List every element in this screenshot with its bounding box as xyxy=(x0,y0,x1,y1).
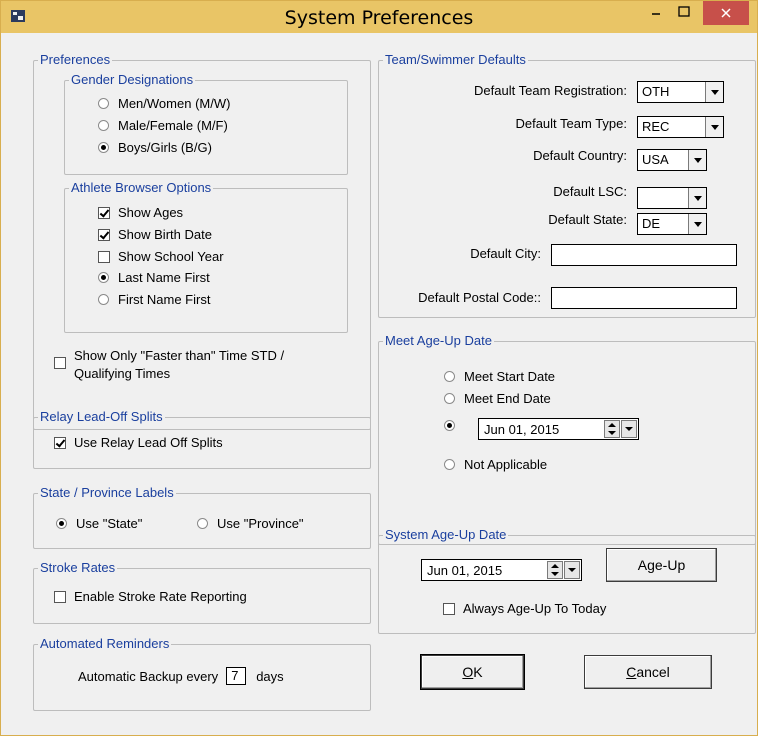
use-relay-splits-checkbox[interactable]: Use Relay Lead Off Splits xyxy=(54,435,223,450)
meet-age-up-group: Meet Age-Up Date Meet Start Date Meet En… xyxy=(378,333,756,545)
postal-code-label: Default Postal Code:: xyxy=(418,290,541,305)
gender-designations-group: Gender Designations Men/Women (M/W) Male… xyxy=(64,72,348,175)
backup-row: Automatic Backup every 7 days xyxy=(78,667,284,685)
chevron-down-icon[interactable] xyxy=(564,561,580,579)
maximize-button[interactable] xyxy=(667,1,701,25)
stroke-rates-legend: Stroke Rates xyxy=(38,560,118,575)
checkbox-checked-icon[interactable] xyxy=(54,436,66,449)
preferences-group: Preferences Gender Designations Men/Wome… xyxy=(33,52,371,430)
country-select[interactable]: USA xyxy=(637,149,707,171)
chevron-down-icon[interactable] xyxy=(621,420,637,438)
arrow-up-icon[interactable] xyxy=(548,562,562,570)
lsc-label: Default LSC: xyxy=(553,184,627,199)
registration-label: Default Team Registration: xyxy=(474,83,627,98)
checkbox-checked-icon[interactable] xyxy=(98,228,110,241)
arrow-down-icon[interactable] xyxy=(548,570,562,578)
dialog-client-area: Preferences Gender Designations Men/Wome… xyxy=(9,33,756,729)
athlete-browser-legend: Athlete Browser Options xyxy=(69,180,214,195)
first-name-first-radio[interactable]: First Name First xyxy=(98,292,210,307)
title-bar[interactable]: System Preferences xyxy=(1,1,757,33)
gender-option-mw[interactable]: Men/Women (M/W) xyxy=(98,96,230,111)
radio-selected-icon[interactable] xyxy=(98,142,109,153)
meet-end-date-radio[interactable]: Meet End Date xyxy=(444,391,551,406)
close-button[interactable] xyxy=(703,1,749,25)
preferences-legend: Preferences xyxy=(38,52,113,67)
team-defaults-legend: Team/Swimmer Defaults xyxy=(383,52,528,67)
team-type-label: Default Team Type: xyxy=(515,116,627,131)
system-age-up-date-picker[interactable]: Jun 01, 2015 xyxy=(421,559,582,581)
arrow-up-icon[interactable] xyxy=(605,421,619,429)
radio-icon[interactable] xyxy=(444,459,455,470)
radio-selected-icon[interactable] xyxy=(56,518,67,529)
city-label: Default City: xyxy=(470,246,541,261)
state-province-legend: State / Province Labels xyxy=(38,485,176,500)
show-ages-checkbox[interactable]: Show Ages xyxy=(98,205,183,220)
relay-lead-off-group: Relay Lead-Off Splits Use Relay Lead Off… xyxy=(33,409,371,469)
system-preferences-window: System Preferences Preferences Gender De… xyxy=(0,0,758,736)
radio-icon[interactable] xyxy=(444,393,455,404)
not-applicable-radio[interactable]: Not Applicable xyxy=(444,457,547,472)
faster-than-line1: Show Only "Faster than" Time STD / xyxy=(74,348,285,363)
faster-than-checkbox[interactable]: Show Only "Faster than" Time STD / Quali… xyxy=(54,347,284,383)
cancel-button[interactable]: Cancel xyxy=(584,655,712,689)
system-age-up-legend: System Age-Up Date xyxy=(383,527,509,542)
radio-icon[interactable] xyxy=(98,120,109,131)
system-age-up-group: System Age-Up Date Jun 01, 2015 Age-Up A… xyxy=(378,527,756,634)
postal-code-input[interactable] xyxy=(551,287,737,309)
chevron-down-icon[interactable] xyxy=(705,117,723,137)
relay-legend: Relay Lead-Off Splits xyxy=(38,409,165,424)
checkbox-icon[interactable] xyxy=(54,590,66,603)
lsc-select[interactable] xyxy=(637,187,707,209)
radio-selected-icon[interactable] xyxy=(444,420,455,431)
spin-button[interactable] xyxy=(604,420,620,438)
show-birth-date-checkbox[interactable]: Show Birth Date xyxy=(98,227,212,242)
automated-reminders-legend: Automated Reminders xyxy=(38,636,172,651)
meet-age-up-legend: Meet Age-Up Date xyxy=(383,333,494,348)
arrow-down-icon[interactable] xyxy=(605,429,619,437)
always-age-up-checkbox[interactable]: Always Age-Up To Today xyxy=(443,601,606,616)
state-label: Default State: xyxy=(548,212,627,227)
show-school-year-checkbox[interactable]: Show School Year xyxy=(98,249,224,264)
checkbox-icon[interactable] xyxy=(443,602,455,615)
ok-button[interactable]: OK xyxy=(420,654,525,690)
chevron-down-icon[interactable] xyxy=(688,214,706,234)
meet-age-up-date-picker[interactable]: Jun 01, 2015 xyxy=(478,418,639,440)
automated-reminders-group: Automated Reminders Automatic Backup eve… xyxy=(33,636,371,711)
athlete-browser-options-group: Athlete Browser Options Show Ages Show B… xyxy=(64,180,348,333)
gender-option-bg[interactable]: Boys/Girls (B/G) xyxy=(98,140,212,155)
radio-icon[interactable] xyxy=(444,371,455,382)
team-type-select[interactable]: REC xyxy=(637,116,724,138)
faster-than-line2: Qualifying Times xyxy=(74,366,171,381)
radio-selected-icon[interactable] xyxy=(98,272,109,283)
maximize-icon xyxy=(678,6,690,17)
gender-option-mf[interactable]: Male/Female (M/F) xyxy=(98,118,228,133)
chevron-down-icon[interactable] xyxy=(688,188,706,208)
radio-icon[interactable] xyxy=(98,98,109,109)
city-input[interactable] xyxy=(551,244,737,266)
checkbox-icon[interactable] xyxy=(98,250,110,263)
chevron-down-icon[interactable] xyxy=(688,150,706,170)
spin-button[interactable] xyxy=(547,561,563,579)
meet-start-date-radio[interactable]: Meet Start Date xyxy=(444,369,555,384)
close-icon xyxy=(721,8,731,18)
state-select[interactable]: DE xyxy=(637,213,707,235)
checkbox-checked-icon[interactable] xyxy=(98,206,110,219)
age-up-button[interactable]: Age-Up xyxy=(606,548,717,582)
gender-legend: Gender Designations xyxy=(69,72,196,87)
chevron-down-icon[interactable] xyxy=(705,82,723,102)
country-label: Default Country: xyxy=(533,148,627,163)
use-state-radio[interactable]: Use "State" xyxy=(56,516,142,531)
checkbox-icon[interactable] xyxy=(54,357,66,369)
backup-days-input[interactable]: 7 xyxy=(226,667,247,685)
enable-stroke-rate-checkbox[interactable]: Enable Stroke Rate Reporting xyxy=(54,589,247,604)
team-registration-select[interactable]: OTH xyxy=(637,81,724,103)
radio-icon[interactable] xyxy=(98,294,109,305)
state-province-labels-group: State / Province Labels Use "State" Use … xyxy=(33,485,371,549)
stroke-rates-group: Stroke Rates Enable Stroke Rate Reportin… xyxy=(33,560,371,624)
use-province-radio[interactable]: Use "Province" xyxy=(197,516,304,531)
team-swimmer-defaults-group: Team/Swimmer Defaults Default Team Regis… xyxy=(378,52,756,318)
radio-icon[interactable] xyxy=(197,518,208,529)
custom-date-radio[interactable] xyxy=(444,420,464,431)
last-name-first-radio[interactable]: Last Name First xyxy=(98,270,210,285)
